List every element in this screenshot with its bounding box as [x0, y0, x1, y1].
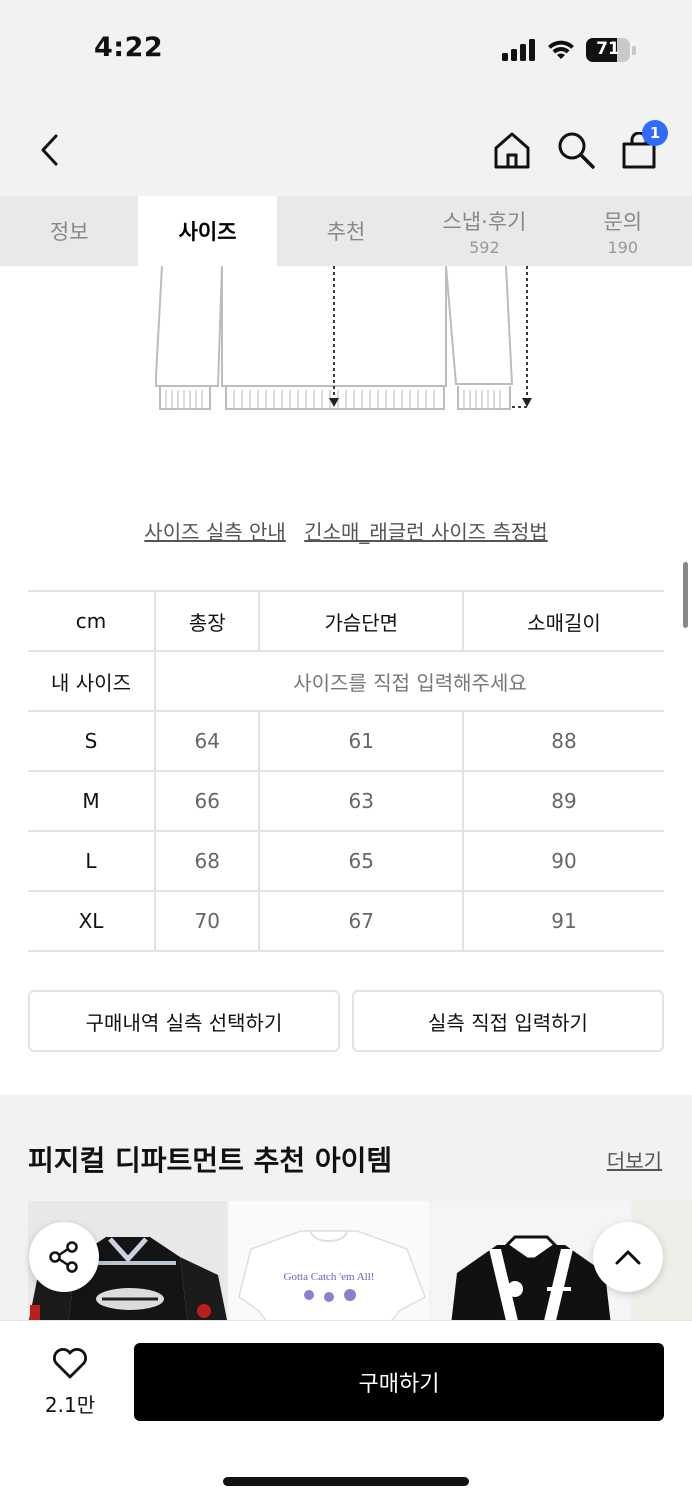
table-cell: 65	[259, 830, 465, 892]
column-header: 소매길이	[463, 590, 664, 652]
share-button[interactable]	[29, 1222, 99, 1292]
product-carousel: Gotta Catch 'em All!	[28, 1201, 692, 1325]
like-count: 2.1만	[44, 1393, 96, 1417]
measure-method-link[interactable]: 긴소매_래글런 사이즈 측정법	[304, 520, 548, 544]
table-cell: 90	[463, 830, 664, 892]
nav-bar: 1	[0, 96, 692, 196]
table-cell: 89	[463, 770, 664, 832]
table-cell: 70	[155, 890, 261, 952]
column-header: 총장	[155, 590, 261, 652]
size-label: S	[28, 710, 156, 772]
cart-count-badge: 1	[642, 120, 668, 146]
status-bar: 4:22 71	[0, 0, 692, 96]
table-row: S 64 61 88	[28, 710, 664, 772]
table-cell: 68	[155, 830, 261, 892]
table-row: L 68 65 90	[28, 830, 664, 892]
size-table: cm 총장 가슴단면 소매길이 내 사이즈 사이즈를 직접 입력해주세요 S 6…	[28, 590, 664, 952]
measurement-buttons: 구매내역 실측 선택하기 실측 직접 입력하기	[28, 990, 664, 1052]
battery-icon: 71	[586, 38, 630, 62]
table-header-row: cm 총장 가슴단면 소매길이	[28, 590, 664, 652]
buy-button[interactable]: 구매하기	[134, 1343, 664, 1421]
battery-level: 71	[596, 39, 620, 59]
table-cell: 63	[259, 770, 465, 832]
tab-size[interactable]: 사이즈	[138, 196, 277, 266]
wifi-icon	[548, 40, 574, 59]
tab-label: 추천	[326, 220, 366, 244]
unit-header: cm	[28, 590, 156, 652]
table-cell: 61	[259, 710, 465, 772]
my-size-label: 내 사이즈	[28, 650, 156, 712]
status-time: 4:22	[94, 32, 164, 63]
scrollbar-thumb[interactable]	[683, 562, 688, 628]
share-icon	[49, 1241, 78, 1273]
table-row: XL 70 67 91	[28, 890, 664, 952]
my-size-row: 내 사이즈 사이즈를 직접 입력해주세요	[28, 650, 664, 712]
column-header: 가슴단면	[259, 590, 465, 652]
tab-count: 190	[607, 237, 639, 257]
table-cell: 91	[463, 890, 664, 952]
product-card[interactable]: Gotta Catch 'em All!	[229, 1201, 429, 1325]
tab-qna[interactable]: 문의 190	[554, 196, 692, 266]
home-icon[interactable]	[492, 130, 532, 170]
product-image: Gotta Catch 'em All!	[238, 1230, 427, 1325]
home-indicator	[223, 1477, 469, 1486]
see-more-link[interactable]: 더보기	[607, 1145, 662, 1174]
purchase-history-measure-button[interactable]: 구매내역 실측 선택하기	[28, 990, 340, 1052]
battery-tip	[632, 45, 636, 55]
like-button[interactable]: 2.1만	[32, 1347, 108, 1418]
status-icons: 71	[502, 38, 636, 62]
size-guide-link[interactable]: 사이즈 실측 안내	[144, 520, 286, 544]
tab-label: 문의	[603, 209, 643, 234]
tab-label: 사이즈	[178, 220, 237, 244]
tab-info[interactable]: 정보	[0, 196, 138, 266]
tab-bar: 정보 사이즈 추천 스냅·후기 592 문의 190	[0, 196, 692, 266]
size-label: XL	[28, 890, 156, 952]
chevron-up-icon	[615, 1250, 641, 1265]
cellular-signal-icon	[502, 39, 535, 61]
tab-snap-review[interactable]: 스냅·후기 592	[415, 196, 553, 266]
size-guide-links: 사이즈 실측 안내 긴소매_래글런 사이즈 측정법	[0, 516, 692, 545]
table-cell: 67	[259, 890, 465, 952]
tab-label: 정보	[49, 220, 89, 244]
shirt-print-text: Gotta Catch 'em All!	[284, 1271, 375, 1283]
table-cell: 64	[155, 710, 261, 772]
tab-recommend[interactable]: 추천	[277, 196, 415, 266]
recommendation-section: 피지컬 디파트먼트 추천 아이템 더보기 Gotta Catch 'em All…	[0, 1095, 692, 1325]
direct-measure-input-button[interactable]: 실측 직접 입력하기	[352, 990, 664, 1052]
scroll-to-top-button[interactable]	[593, 1222, 663, 1292]
my-size-input[interactable]: 사이즈를 직접 입력해주세요	[155, 650, 664, 712]
table-cell: 88	[463, 710, 664, 772]
heart-icon	[53, 1348, 87, 1379]
table-cell: 66	[155, 770, 261, 832]
search-icon[interactable]	[556, 130, 596, 170]
recommendation-title: 피지컬 디파트먼트 추천 아이템	[28, 1144, 393, 1177]
back-arrow-icon[interactable]	[38, 132, 62, 168]
size-label: M	[28, 770, 156, 832]
table-row: M 66 63 89	[28, 770, 664, 832]
cart-button[interactable]: 1	[620, 120, 668, 170]
bottom-purchase-bar: 2.1만 구매하기	[0, 1320, 692, 1500]
tab-count: 592	[469, 237, 500, 257]
size-label: L	[28, 830, 156, 892]
tab-label: 스냅·후기	[442, 209, 527, 234]
size-diagram-image	[155, 266, 532, 410]
